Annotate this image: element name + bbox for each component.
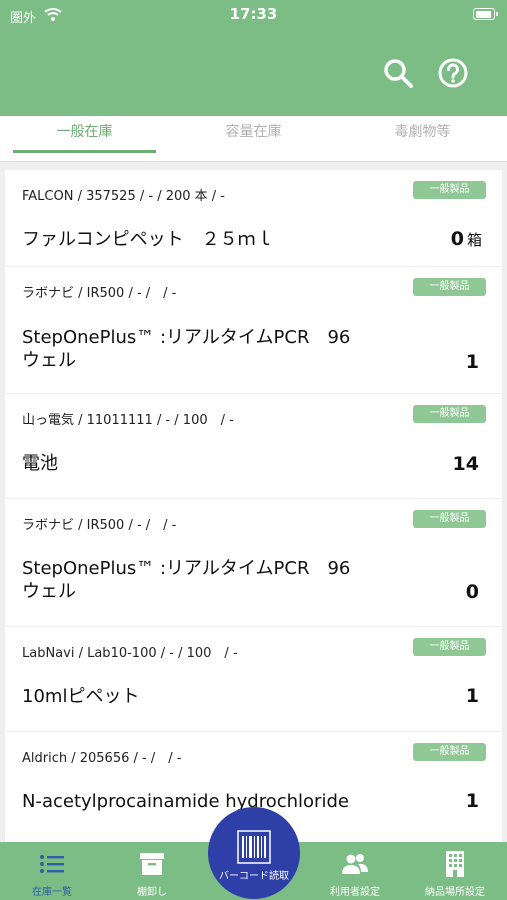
tab-label: 毒劇物等 <box>394 124 451 140</box>
item-quantity: 0箱 <box>451 228 482 250</box>
search-icon[interactable] <box>381 56 415 90</box>
list-item[interactable]: FALCON / 357525 / - / 200 本 / - 一般製品 ファル… <box>5 170 502 266</box>
item-meta: 山っ電気 / 11011111 / - / 100 / - <box>22 413 234 428</box>
item-name: StepOnePlus™ :リアルタイムPCR 96 ウェル <box>22 327 351 371</box>
nav-label: 納品場所設定 <box>425 887 485 898</box>
users-icon <box>342 854 368 874</box>
stock-list[interactable]: FALCON / 357525 / - / 200 本 / - 一般製品 ファル… <box>0 162 507 842</box>
nav-label: 利用者設定 <box>330 887 380 898</box>
item-name: 電池 <box>22 453 58 474</box>
item-quantity: 1 <box>466 351 482 373</box>
quantity-value: 0 <box>465 581 479 603</box>
tab-general-stock[interactable]: 一般在庫 <box>0 116 169 162</box>
archive-box-icon <box>140 853 164 875</box>
nav-label: 在庫一覧 <box>32 887 72 898</box>
quantity-value: 0 <box>450 228 464 250</box>
item-name: N-acetylprocainamide hydrochloride <box>22 791 349 812</box>
item-quantity: 14 <box>453 453 482 475</box>
item-name: StepOnePlus™ :リアルタイムPCR 96 ウェル <box>22 558 351 602</box>
quantity-value: 1 <box>465 685 479 707</box>
list-item[interactable]: LabNavi / Lab10-100 / - / 100 / - 一般製品 1… <box>5 627 502 731</box>
quantity-value: 1 <box>465 351 479 373</box>
status-bar: 圏外 17:33 <box>0 0 507 30</box>
quantity-unit: 箱 <box>466 231 482 249</box>
item-name: 10mlピペット <box>22 686 140 707</box>
category-badge: 一般製品 <box>413 278 486 296</box>
building-icon <box>446 851 464 877</box>
item-meta: ラボナビ / IR500 / - / / - <box>22 518 177 533</box>
item-meta: FALCON / 357525 / - / 200 本 / - <box>22 189 225 204</box>
clock: 17:33 <box>229 5 278 23</box>
nav-inventory-check[interactable]: 棚卸し <box>102 842 202 900</box>
list-item[interactable]: 山っ電気 / 11011111 / - / 100 / - 一般製品 電池 14 <box>5 394 502 498</box>
scan-label: バーコード読取 <box>219 871 289 882</box>
nav-label: 棚卸し <box>137 887 167 898</box>
item-quantity: 0 <box>466 581 482 603</box>
barcode-icon <box>237 830 271 864</box>
tab-poison-stock[interactable]: 毒劇物等 <box>338 116 507 162</box>
nav-delivery-settings[interactable]: 納品場所設定 <box>405 842 505 900</box>
quantity-value: 1 <box>465 790 479 812</box>
tab-label: 一般在庫 <box>56 124 113 140</box>
nav-user-settings[interactable]: 利用者設定 <box>305 842 405 900</box>
item-name: ファルコンピペット ２５ｍｌ <box>22 229 274 250</box>
active-tab-indicator <box>13 150 156 153</box>
category-tabs: 一般在庫 容量在庫 毒劇物等 <box>0 116 507 162</box>
item-meta: Aldrich / 205656 / - / / - <box>22 751 182 766</box>
battery-icon <box>473 8 498 20</box>
help-icon[interactable] <box>436 56 470 90</box>
category-badge: 一般製品 <box>413 510 486 528</box>
barcode-scan-button[interactable]: バーコード読取 <box>208 807 300 899</box>
app-header: 圏外 17:33 <box>0 0 507 116</box>
category-badge: 一般製品 <box>413 638 486 656</box>
tab-label: 容量在庫 <box>225 124 282 140</box>
list-icon <box>40 855 64 873</box>
tab-volume-stock[interactable]: 容量在庫 <box>169 116 338 162</box>
list-item[interactable]: ラボナビ / IR500 / - / / - 一般製品 StepOnePlus™… <box>5 499 502 626</box>
quantity-value: 14 <box>452 453 479 475</box>
item-meta: ラボナビ / IR500 / - / / - <box>22 286 177 301</box>
item-quantity: 1 <box>466 685 482 707</box>
category-badge: 一般製品 <box>413 743 486 761</box>
category-badge: 一般製品 <box>413 405 486 423</box>
category-badge: 一般製品 <box>413 181 486 199</box>
item-meta: LabNavi / Lab10-100 / - / 100 / - <box>22 646 238 661</box>
nav-stock-list[interactable]: 在庫一覧 <box>2 842 102 900</box>
item-quantity: 1 <box>466 790 482 812</box>
list-item[interactable]: ラボナビ / IR500 / - / / - 一般製品 StepOnePlus™… <box>5 267 502 393</box>
